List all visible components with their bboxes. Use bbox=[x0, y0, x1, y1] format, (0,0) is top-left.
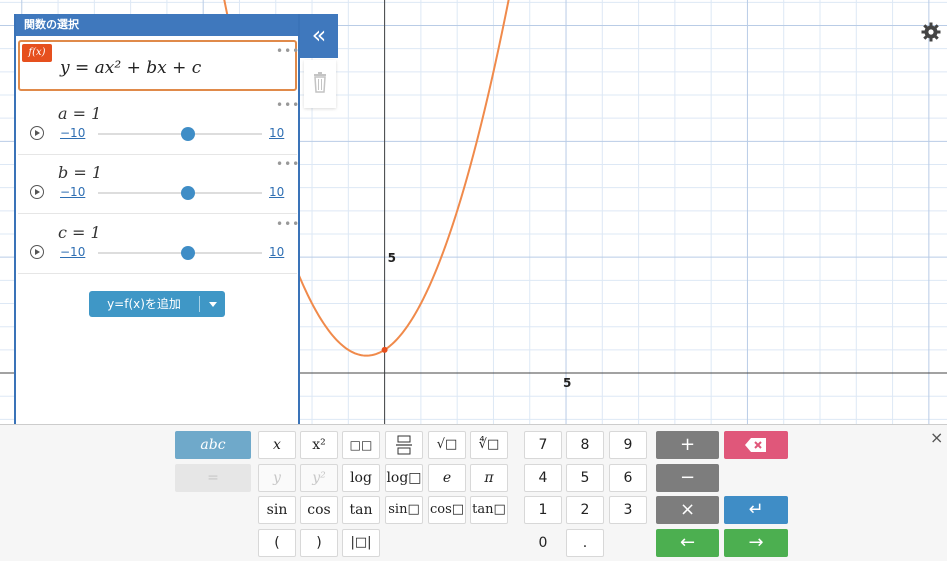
sin-power-key[interactable]: sin□ bbox=[385, 496, 423, 524]
digit-8-key[interactable]: 8 bbox=[566, 431, 604, 459]
log-key[interactable]: log bbox=[342, 464, 380, 492]
plus-key[interactable]: + bbox=[656, 431, 719, 459]
delete-button[interactable] bbox=[304, 60, 336, 108]
slider-max[interactable]: 10 bbox=[269, 245, 284, 259]
play-icon[interactable] bbox=[30, 126, 44, 140]
slider-min[interactable]: −10 bbox=[60, 245, 85, 259]
digit-7-key[interactable]: 7 bbox=[524, 431, 562, 459]
fraction-key[interactable] bbox=[385, 431, 423, 459]
digit-9-key[interactable]: 9 bbox=[609, 431, 647, 459]
y-squared-key: y² bbox=[300, 464, 338, 492]
digit-4-key[interactable]: 4 bbox=[524, 464, 562, 492]
function-badge: f(x) bbox=[22, 44, 52, 62]
minus-key[interactable]: − bbox=[656, 464, 719, 492]
decimal-point-key[interactable]: . bbox=[566, 529, 604, 557]
cos-power-key[interactable]: cos□ bbox=[428, 496, 466, 524]
enter-key[interactable]: ↵ bbox=[724, 496, 788, 524]
chevron-down-icon[interactable] bbox=[209, 302, 217, 307]
right-paren-key[interactable]: ) bbox=[300, 529, 338, 557]
slider-max[interactable]: 10 bbox=[269, 126, 284, 140]
function-expression[interactable]: y = ax² + bx + c bbox=[60, 58, 201, 78]
backspace-key[interactable] bbox=[724, 431, 788, 459]
slider-param-c: c = 1 ••• −10 10 bbox=[18, 215, 300, 274]
abs-key[interactable]: |□| bbox=[342, 529, 380, 557]
gear-icon[interactable] bbox=[921, 22, 941, 42]
log-base-key[interactable]: log□ bbox=[385, 464, 423, 492]
trash-icon bbox=[314, 72, 326, 93]
panel-header: 関数の選択 bbox=[16, 14, 298, 36]
digit-0-key[interactable]: 0 bbox=[524, 529, 562, 557]
slider-track[interactable] bbox=[98, 192, 262, 194]
more-options-icon[interactable]: ••• bbox=[276, 157, 300, 171]
collapse-panel-button[interactable]: « bbox=[300, 14, 338, 58]
cursor-left-key[interactable]: ← bbox=[656, 529, 719, 557]
y-tick-label: 5 bbox=[388, 251, 396, 265]
more-options-icon[interactable]: ••• bbox=[276, 217, 300, 231]
equals-key: = bbox=[175, 464, 251, 492]
digit-5-key[interactable]: 5 bbox=[566, 464, 604, 492]
slider-track[interactable] bbox=[98, 133, 262, 135]
slider-thumb[interactable] bbox=[181, 127, 196, 141]
tan-key[interactable]: tan bbox=[342, 496, 380, 524]
backspace-icon bbox=[745, 438, 766, 452]
digit-3-key[interactable]: 3 bbox=[609, 496, 647, 524]
slider-min[interactable]: −10 bbox=[60, 126, 85, 140]
cos-key[interactable]: cos bbox=[300, 496, 338, 524]
play-icon[interactable] bbox=[30, 245, 44, 259]
y-intercept-point[interactable] bbox=[381, 346, 388, 353]
digit-6-key[interactable]: 6 bbox=[609, 464, 647, 492]
x-squared-key[interactable]: x² bbox=[300, 431, 338, 459]
y-key: y bbox=[258, 464, 296, 492]
pi-key[interactable]: π bbox=[470, 464, 508, 492]
digit-2-key[interactable]: 2 bbox=[566, 496, 604, 524]
left-paren-key[interactable]: ( bbox=[258, 529, 296, 557]
slider-max[interactable]: 10 bbox=[269, 185, 284, 199]
fraction-icon bbox=[396, 435, 412, 455]
more-options-icon[interactable]: ••• bbox=[276, 44, 300, 58]
x-tick-label: 5 bbox=[563, 376, 571, 390]
play-icon[interactable] bbox=[30, 185, 44, 199]
add-function-label: y=f(x)を追加 bbox=[107, 297, 181, 311]
slider-param-b: b = 1 ••• −10 10 bbox=[18, 155, 300, 214]
cursor-right-key[interactable]: → bbox=[724, 529, 788, 557]
add-function-button[interactable]: y=f(x)を追加 bbox=[89, 291, 225, 317]
slider-track[interactable] bbox=[98, 252, 262, 254]
function-entry[interactable]: f(x) y = ax² + bx + c ••• bbox=[18, 40, 300, 91]
param-label: c = 1 bbox=[58, 223, 101, 242]
nth-root-key[interactable]: ∜□ bbox=[470, 431, 508, 459]
slider-min[interactable]: −10 bbox=[60, 185, 85, 199]
power-key[interactable]: □□ bbox=[342, 431, 380, 459]
x-key[interactable]: x bbox=[258, 431, 296, 459]
e-key[interactable]: e bbox=[428, 464, 466, 492]
param-label: a = 1 bbox=[58, 104, 102, 123]
button-divider bbox=[199, 296, 200, 312]
times-key[interactable]: × bbox=[656, 496, 719, 524]
close-keypad-button[interactable]: × bbox=[930, 428, 943, 447]
slider-param-a: a = 1 ••• −10 10 bbox=[18, 96, 300, 155]
sqrt-key[interactable]: √□ bbox=[428, 431, 466, 459]
more-options-icon[interactable]: ••• bbox=[276, 98, 300, 112]
digit-1-key[interactable]: 1 bbox=[524, 496, 562, 524]
param-label: b = 1 bbox=[58, 163, 102, 182]
sin-key[interactable]: sin bbox=[258, 496, 296, 524]
slider-thumb[interactable] bbox=[181, 246, 196, 260]
abc-mode-key[interactable]: abc bbox=[175, 431, 251, 459]
tan-power-key[interactable]: tan□ bbox=[470, 496, 508, 524]
slider-thumb[interactable] bbox=[181, 186, 196, 200]
